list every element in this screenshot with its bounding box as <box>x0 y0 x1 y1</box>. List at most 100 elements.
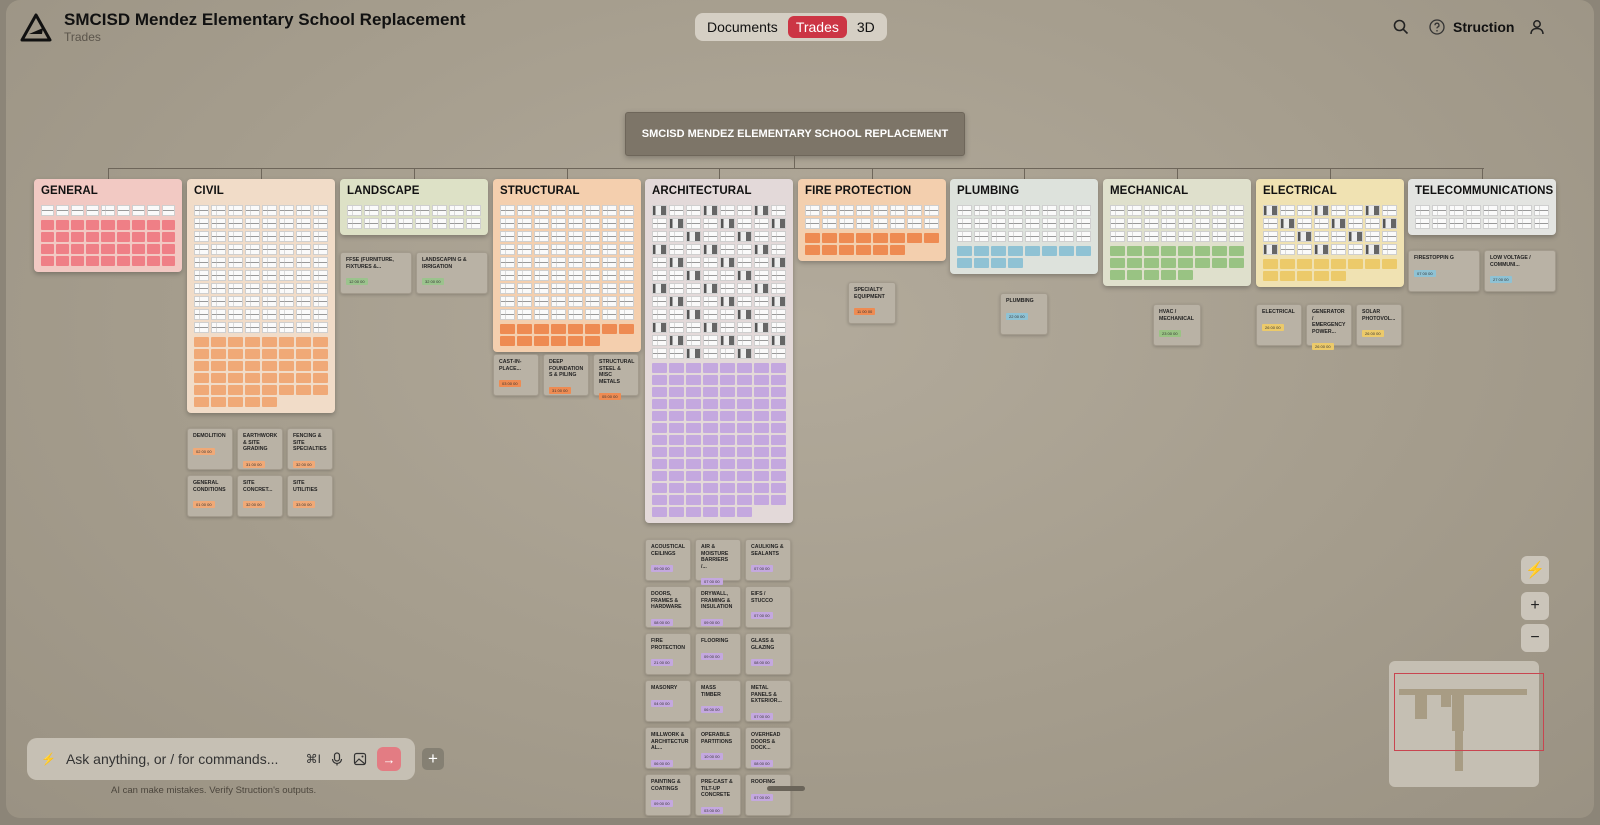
sheet-thumbnail[interactable] <box>1076 231 1091 242</box>
sheet-thumbnail[interactable] <box>703 335 718 346</box>
spec-tag[interactable] <box>146 244 160 254</box>
spec-tag[interactable] <box>686 423 701 433</box>
sheet-thumbnail[interactable] <box>551 296 566 307</box>
spec-tag[interactable] <box>1331 259 1346 269</box>
sheet-thumbnail[interactable] <box>737 231 752 242</box>
spec-tag[interactable] <box>754 447 769 457</box>
sheet-thumbnail[interactable] <box>754 309 769 320</box>
sheet-thumbnail[interactable] <box>568 218 583 229</box>
sheet-thumbnail[interactable] <box>890 205 905 216</box>
sheet-thumbnail[interactable] <box>296 296 311 307</box>
sheet-thumbnail[interactable] <box>534 309 549 320</box>
sheet-thumbnail[interactable] <box>754 244 769 255</box>
spec-tag[interactable] <box>856 245 871 255</box>
sheet-thumbnail[interactable] <box>245 309 260 320</box>
spec-tag[interactable] <box>517 336 532 346</box>
sheet-thumbnail[interactable] <box>1212 205 1227 216</box>
spec-tag[interactable] <box>720 423 735 433</box>
sheet-thumbnail[interactable] <box>754 296 769 307</box>
sub-trade-node[interactable]: GENERATOR / EMERGENCY POWER... 26 00 00 <box>1306 304 1352 350</box>
sheet-thumbnail[interactable] <box>686 309 701 320</box>
sheet-thumbnail[interactable] <box>771 218 786 229</box>
sheet-thumbnail[interactable] <box>415 205 430 216</box>
sheet-thumbnail[interactable] <box>1178 205 1193 216</box>
spec-tag[interactable] <box>228 385 243 395</box>
sheet-thumbnail[interactable] <box>720 296 735 307</box>
sheet-thumbnail[interactable] <box>720 231 735 242</box>
sheet-thumbnail[interactable] <box>1110 231 1125 242</box>
spec-tag[interactable] <box>754 435 769 445</box>
sheet-thumbnail[interactable] <box>1263 205 1278 216</box>
sheet-thumbnail[interactable] <box>313 322 328 333</box>
sheet-thumbnail[interactable] <box>873 218 888 229</box>
sheet-thumbnail[interactable] <box>669 335 684 346</box>
spec-tag[interactable] <box>686 435 701 445</box>
sheet-thumbnail[interactable] <box>924 218 939 229</box>
spec-tag[interactable] <box>1025 246 1040 256</box>
spec-tag[interactable] <box>703 435 718 445</box>
spec-tag[interactable] <box>737 447 752 457</box>
help-icon[interactable] <box>1428 18 1446 36</box>
spec-tag[interactable] <box>771 495 786 505</box>
sheet-thumbnail[interactable] <box>534 205 549 216</box>
sheet-thumbnail[interactable] <box>568 257 583 268</box>
sub-trade-node[interactable]: DRYWALL, FRAMING & INSULATION 09 00 00 <box>695 586 741 628</box>
sheet-thumbnail[interactable] <box>1161 231 1176 242</box>
sheet-thumbnail[interactable] <box>534 296 549 307</box>
sheet-thumbnail[interactable] <box>602 218 617 229</box>
sheet-thumbnail[interactable] <box>279 244 294 255</box>
sheet-thumbnail[interactable] <box>771 335 786 346</box>
sheet-thumbnail[interactable] <box>1348 244 1363 255</box>
sub-trade-node[interactable]: MILLWORK & ARCHITECTUR AL... 06 00 00 <box>645 727 691 769</box>
sheet-thumbnail[interactable] <box>1348 218 1363 229</box>
spec-tag[interactable] <box>262 361 277 371</box>
spec-tag[interactable] <box>1076 246 1091 256</box>
spec-tag[interactable] <box>211 385 226 395</box>
sub-trade-node[interactable]: SOLAR PHOTOVOL... 26 00 00 <box>1356 304 1402 346</box>
sheet-thumbnail[interactable] <box>856 205 871 216</box>
sheet-thumbnail[interactable] <box>211 218 226 229</box>
sheet-thumbnail[interactable] <box>754 335 769 346</box>
sheet-thumbnail[interactable] <box>1466 205 1481 216</box>
sheet-thumbnail[interactable] <box>1534 205 1549 216</box>
spec-tag[interactable] <box>669 423 684 433</box>
spec-tag[interactable] <box>71 256 85 266</box>
sheet-thumbnail[interactable] <box>245 218 260 229</box>
sub-trade-node[interactable]: DOORS, FRAMES & HARDWARE 08 00 00 <box>645 586 691 628</box>
sheet-thumbnail[interactable] <box>534 218 549 229</box>
sheet-thumbnail[interactable] <box>669 309 684 320</box>
spec-tag[interactable] <box>245 337 260 347</box>
sub-trade-node[interactable]: ELECTRICAL 26 00 00 <box>1256 304 1302 346</box>
sheet-thumbnail[interactable] <box>805 205 820 216</box>
spec-tag[interactable] <box>737 375 752 385</box>
sheet-thumbnail[interactable] <box>228 296 243 307</box>
spec-tag[interactable] <box>737 495 752 505</box>
sheet-thumbnail[interactable] <box>652 283 667 294</box>
spec-tag[interactable] <box>1144 270 1159 280</box>
sheet-thumbnail[interactable] <box>262 218 277 229</box>
spec-tag[interactable] <box>652 471 667 481</box>
sheet-thumbnail[interactable] <box>1432 205 1447 216</box>
sheet-thumbnail[interactable] <box>822 205 837 216</box>
sheet-thumbnail[interactable] <box>890 218 905 229</box>
sheet-thumbnail[interactable] <box>1297 231 1312 242</box>
sheet-thumbnail[interactable] <box>568 296 583 307</box>
spec-tag[interactable] <box>161 256 175 266</box>
spec-tag[interactable] <box>822 233 837 243</box>
spec-tag[interactable] <box>86 232 100 242</box>
sheet-thumbnail[interactable] <box>245 296 260 307</box>
sub-trade-node[interactable]: HVAC / MECHANICAL 23 00 00 <box>1153 304 1201 346</box>
spec-tag[interactable] <box>86 256 100 266</box>
sheet-thumbnail[interactable] <box>1178 218 1193 229</box>
sheet-thumbnail[interactable] <box>1466 218 1481 229</box>
spec-tag[interactable] <box>71 244 85 254</box>
sheet-thumbnail[interactable] <box>737 257 752 268</box>
spec-tag[interactable] <box>703 507 718 517</box>
spec-tag[interactable] <box>228 361 243 371</box>
spec-tag[interactable] <box>313 385 328 395</box>
sheet-thumbnail[interactable] <box>1161 218 1176 229</box>
sheet-thumbnail[interactable] <box>449 205 464 216</box>
sheet-thumbnail[interactable] <box>228 309 243 320</box>
trade-card-structural[interactable]: STRUCTURAL <box>493 179 641 352</box>
tab-3d[interactable]: 3D <box>849 16 883 38</box>
